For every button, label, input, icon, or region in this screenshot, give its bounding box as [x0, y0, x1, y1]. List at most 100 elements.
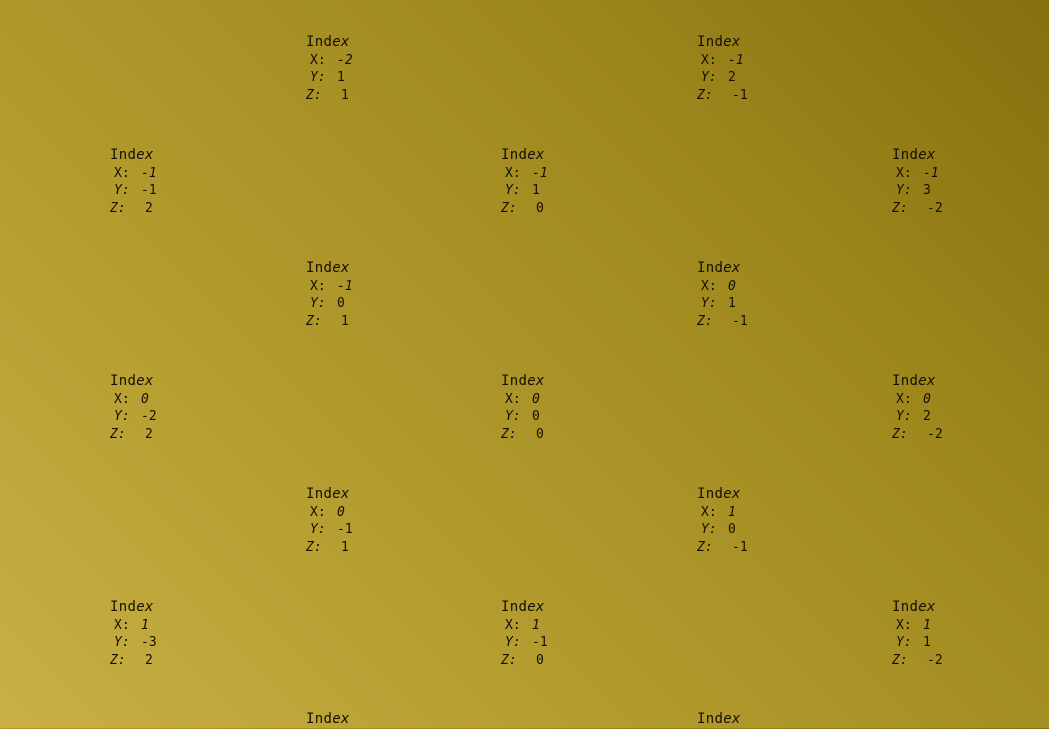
- x-axis-label: X:: [701, 504, 717, 520]
- x-value: -1: [337, 278, 353, 294]
- x-value: 1: [728, 504, 736, 520]
- z-axis-label: Z:: [306, 540, 322, 556]
- y-value: 2: [923, 409, 931, 425]
- y-value: 0: [728, 522, 736, 538]
- index-heading-upright: Ind: [306, 486, 333, 502]
- z-value: -2: [927, 427, 943, 443]
- z-value: 0: [536, 427, 544, 443]
- z-value: -2: [927, 201, 943, 217]
- y-axis-label: Y:: [896, 183, 912, 199]
- z-axis-label: Z:: [110, 653, 126, 669]
- x-axis-label: X:: [505, 165, 521, 181]
- y-coordinate-row: Y: 3: [892, 182, 968, 200]
- y-value: 1: [532, 183, 540, 199]
- index-heading: Index: [306, 486, 382, 504]
- y-axis-label: Y:: [310, 296, 326, 312]
- y-axis-label: Y:: [701, 70, 717, 86]
- index-heading: Index: [110, 373, 186, 391]
- x-value: 0: [141, 391, 149, 407]
- y-coordinate-row: Y: 1: [501, 182, 577, 200]
- y-axis-label: Y:: [505, 183, 521, 199]
- y-value: 3: [923, 183, 931, 199]
- index-heading-italic: ex: [136, 373, 154, 389]
- x-value: 0: [337, 504, 345, 520]
- y-coordinate-row: Y: 1: [306, 69, 382, 87]
- index-heading-italic: ex: [527, 599, 545, 615]
- y-value: 1: [923, 635, 931, 651]
- y-coordinate-row: Y: 0: [501, 408, 577, 426]
- z-axis-label: Z:: [697, 88, 713, 104]
- x-value: -2: [337, 52, 353, 68]
- y-axis-label: Y:: [505, 635, 521, 651]
- z-value: -1: [732, 314, 748, 330]
- index-heading-upright: Ind: [110, 599, 137, 615]
- z-coordinate-row: Z: 0: [501, 426, 577, 444]
- z-value: -1: [732, 540, 748, 556]
- index-heading: Index: [501, 599, 577, 617]
- index-coordinate-label: Index X: 0 Y: 0 Z: 0: [501, 373, 577, 444]
- index-heading-italic: ex: [332, 486, 350, 502]
- x-axis-label: X:: [701, 52, 717, 68]
- x-coordinate-row: X: -1: [892, 165, 968, 183]
- index-heading-upright: Ind: [892, 147, 919, 163]
- index-heading: Index: [110, 599, 186, 617]
- z-axis-label: Z:: [110, 201, 126, 217]
- index-coordinate-label: Index X: -1 Y: -1 Z: 2: [110, 147, 186, 218]
- x-value: -1: [141, 165, 157, 181]
- x-value: 0: [923, 391, 931, 407]
- x-coordinate-row: X: 1: [501, 617, 577, 635]
- index-coordinate-label: Index X: 1 Y: 1 Z: -2: [892, 599, 968, 670]
- y-value: -1: [532, 635, 548, 651]
- index-heading-italic: ex: [723, 711, 741, 727]
- y-axis-label: Y:: [114, 635, 130, 651]
- index-coordinate-label: Index X: 1 Y: -3 Z: 2: [110, 599, 186, 670]
- index-coordinate-label: Index X: -1 Y: 1 Z: 0: [501, 147, 577, 218]
- index-heading: Index: [892, 599, 968, 617]
- y-value: -3: [141, 635, 157, 651]
- z-value: 1: [341, 88, 349, 104]
- z-value: 2: [145, 653, 153, 669]
- x-axis-label: X:: [310, 504, 326, 520]
- index-heading: Index: [697, 34, 773, 52]
- index-heading-upright: Ind: [501, 147, 528, 163]
- index-heading-upright: Ind: [306, 260, 333, 276]
- index-heading: Index: [306, 34, 382, 52]
- x-coordinate-row: X: -1: [110, 165, 186, 183]
- y-value: -2: [141, 409, 157, 425]
- z-value: 1: [341, 540, 349, 556]
- z-coordinate-row: Z: 2: [110, 426, 186, 444]
- z-value: 2: [145, 427, 153, 443]
- index-heading: Index: [501, 373, 577, 391]
- z-coordinate-row: Z: 1: [306, 313, 382, 331]
- y-coordinate-row: Y: -1: [306, 521, 382, 539]
- x-axis-label: X:: [114, 165, 130, 181]
- y-value: -1: [337, 522, 353, 538]
- z-value: 2: [145, 201, 153, 217]
- index-heading-upright: Ind: [110, 147, 137, 163]
- z-value: -1: [732, 88, 748, 104]
- z-coordinate-row: Z: 1: [306, 539, 382, 557]
- x-coordinate-row: X: 1: [892, 617, 968, 635]
- y-coordinate-row: Y: 2: [892, 408, 968, 426]
- y-axis-label: Y:: [505, 409, 521, 425]
- index-heading: Index: [697, 260, 773, 278]
- y-value: 1: [337, 70, 345, 86]
- x-coordinate-row: X: -1: [697, 52, 773, 70]
- x-axis-label: X:: [896, 391, 912, 407]
- x-coordinate-row: X: 0: [306, 504, 382, 522]
- x-axis-label: X:: [896, 165, 912, 181]
- z-axis-label: Z:: [892, 653, 908, 669]
- x-value: 1: [532, 617, 540, 633]
- z-value: 1: [341, 314, 349, 330]
- x-coordinate-row: X: 0: [501, 391, 577, 409]
- index-coordinate-label: Index X: 0 Y: 1 Z: -1: [697, 260, 773, 331]
- z-coordinate-row: Z: -1: [697, 87, 773, 105]
- index-heading-italic: ex: [332, 260, 350, 276]
- y-axis-label: Y:: [896, 635, 912, 651]
- y-value: 2: [728, 70, 736, 86]
- y-axis-label: Y:: [114, 183, 130, 199]
- z-axis-label: Z:: [697, 540, 713, 556]
- index-coordinate-label: Index X: -1 Y: 2 Z: -1: [697, 34, 773, 105]
- y-coordinate-row: Y: 0: [306, 295, 382, 313]
- index-heading-italic: ex: [136, 147, 154, 163]
